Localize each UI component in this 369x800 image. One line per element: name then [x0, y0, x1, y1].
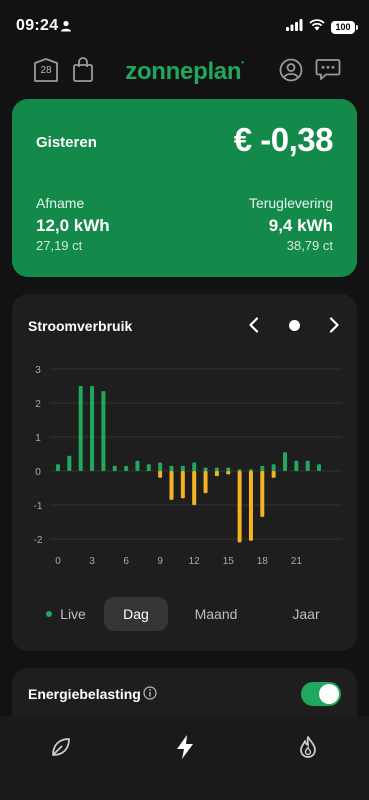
- chart-bar: [78, 386, 83, 471]
- tab-jaar[interactable]: Jaar: [264, 597, 348, 631]
- x-tick-label: 3: [89, 556, 95, 567]
- x-tick-label: 21: [291, 556, 303, 567]
- lightning-icon[interactable]: [170, 732, 200, 762]
- previous-button[interactable]: [241, 312, 267, 338]
- battery-icon: 100: [331, 20, 358, 34]
- chart-bar: [146, 464, 151, 471]
- energy-tax-label: Energiebelasting: [28, 686, 141, 702]
- chart-bar: [101, 391, 106, 471]
- flame-icon[interactable]: [293, 732, 323, 762]
- y-tick-label: -2: [34, 535, 43, 546]
- chart-bar: [192, 471, 197, 505]
- tab-maand[interactable]: Maand: [168, 597, 264, 631]
- leaf-icon[interactable]: [46, 732, 76, 762]
- chart-bar: [192, 462, 197, 471]
- tab-live[interactable]: Live: [28, 597, 104, 631]
- tab-dag[interactable]: Dag: [104, 597, 168, 631]
- today-button[interactable]: [281, 312, 307, 338]
- teruglevering-label: Teruglevering: [248, 195, 333, 211]
- chart-bar: [260, 465, 265, 471]
- chart-bar: [203, 471, 208, 494]
- chart-bar: [294, 460, 299, 471]
- chart-card: Stroomverbruik 3 2 1 0 -1 -2 0 3 6 9 12 15 18 21 Live…: [12, 294, 357, 651]
- live-dot-icon: [46, 611, 53, 617]
- x-tick-label: 12: [189, 556, 201, 567]
- energy-tax-card: Energiebelasting: [12, 668, 357, 720]
- chart-bar: [112, 465, 117, 471]
- chart-nav: [241, 312, 347, 338]
- chart-bar: [305, 460, 310, 471]
- teruglevering-value: 9,4 kWh: [268, 216, 333, 235]
- chart-bar: [283, 452, 287, 471]
- chart-bar: [248, 469, 253, 471]
- chart-bar: [135, 460, 140, 471]
- chart-bar: [237, 469, 242, 471]
- chart-bar: [169, 471, 174, 500]
- period-tabs: Live Dag Maand Jaar: [28, 596, 348, 632]
- chart-bar: [237, 471, 242, 543]
- current-dot-icon: [288, 319, 300, 331]
- chart-bar: [260, 471, 265, 517]
- chart-bar: [90, 386, 95, 471]
- chart-bar: [271, 464, 276, 471]
- y-tick-label: 1: [35, 433, 41, 444]
- chart-bar: [169, 465, 174, 471]
- chart-bar: [67, 455, 72, 471]
- wifi-icon: [309, 18, 325, 36]
- chart-bar: [317, 464, 322, 471]
- y-tick-label: 3: [35, 365, 41, 376]
- y-tick-label: 2: [35, 399, 41, 410]
- info-icon[interactable]: [143, 686, 157, 705]
- toggle-knob: [319, 684, 339, 704]
- afname-value: 12,0 kWh: [36, 216, 110, 235]
- bottom-nav: [0, 716, 369, 800]
- afname-label: Afname: [36, 195, 85, 211]
- total-amount: € -0,38: [233, 121, 334, 158]
- chart-bar: [248, 471, 253, 541]
- chart-bar: [271, 471, 276, 478]
- account-icon: [279, 58, 303, 82]
- chart-bar: [56, 464, 60, 471]
- chat-button[interactable]: [314, 55, 342, 85]
- chart-bar: [214, 467, 219, 471]
- y-tick-label: -1: [34, 501, 43, 512]
- top-nav: 28 zonneplan•: [0, 55, 369, 89]
- x-tick-label: 0: [55, 556, 61, 567]
- chevron-left-icon: [249, 317, 259, 333]
- next-button[interactable]: [321, 312, 347, 338]
- chart-bar: [180, 471, 185, 499]
- y-tick-label: 0: [35, 467, 41, 478]
- status-time: 09:24: [16, 17, 59, 34]
- account-button[interactable]: [277, 55, 305, 85]
- chat-icon: [315, 59, 341, 80]
- chart-bar: [180, 465, 185, 471]
- afname-block: Afname 12,0 kWh 27,19 ct: [36, 195, 110, 253]
- x-tick-label: 6: [123, 556, 129, 567]
- chart-bar: [158, 471, 163, 478]
- afname-price: 27,19 ct: [36, 238, 83, 253]
- period-label: Gisteren: [36, 134, 97, 151]
- chart-bar: [124, 465, 129, 471]
- energy-tax-toggle[interactable]: [301, 682, 341, 706]
- teruglevering-block: Teruglevering 9,4 kWh 38,79 ct: [249, 195, 333, 253]
- summary-card[interactable]: Gisteren € -0,38 Afname 12,0 kWh 27,19 c…: [12, 99, 357, 277]
- x-tick-label: 9: [157, 556, 163, 567]
- signal-icon: [286, 18, 303, 36]
- chart-title: Stroomverbruik: [28, 318, 133, 334]
- x-tick-label: 18: [257, 556, 269, 567]
- x-tick-label: 15: [223, 556, 235, 567]
- chart-bar: [226, 467, 231, 471]
- chevron-right-icon: [329, 317, 339, 333]
- teruglevering-price: 38,79 ct: [286, 238, 333, 253]
- chart-bar: [214, 471, 219, 477]
- chart-bar: [203, 467, 208, 471]
- person-icon: [60, 19, 72, 37]
- status-bar: 09:24 100: [0, 0, 369, 52]
- chart-bar: [158, 462, 163, 471]
- chart-bar: [226, 471, 231, 475]
- consumption-chart[interactable]: 3210-1-20 3 6 9 12 15 18 21: [12, 354, 357, 574]
